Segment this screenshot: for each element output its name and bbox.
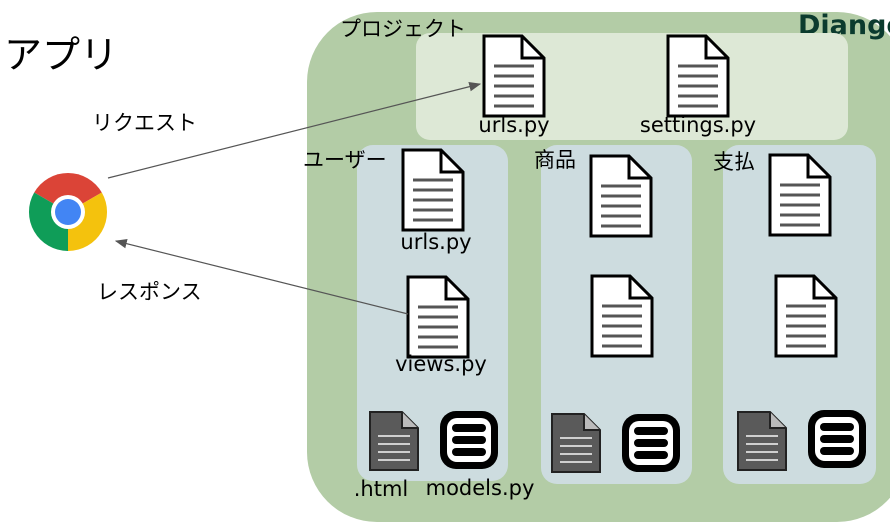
app-file-label: urls.py: [400, 230, 471, 254]
html-template-icon: [551, 413, 601, 473]
project-file-label: settings.py: [640, 113, 756, 137]
document-icon: [590, 274, 654, 358]
project-settings-file-icon: [666, 34, 730, 118]
document-icon: [768, 153, 832, 237]
app-views-file-icon: [406, 275, 470, 359]
project-urls-file-icon: [482, 34, 546, 118]
html-template-icon: [369, 411, 419, 471]
document-icon: [774, 274, 838, 358]
template-label: .html: [354, 477, 409, 501]
app-urls-file-icon: [401, 148, 465, 232]
database-icon: [440, 411, 498, 469]
document-icon: [589, 154, 653, 238]
database-icon: [808, 410, 866, 468]
app-label: アプリ: [4, 33, 118, 77]
project-title: プロジェクト: [340, 17, 466, 41]
chrome-browser-icon: [28, 172, 108, 251]
request-label: リクエスト: [92, 111, 197, 135]
django-architecture-diagram: Django プロジェクト urls.py settings.py ユーザー u…: [4, 10, 890, 522]
project-file-label: urls.py: [478, 113, 549, 137]
models-label: models.py: [426, 476, 535, 500]
app-title: 商品: [534, 148, 576, 172]
database-icon: [622, 414, 680, 472]
app-file-label: views.py: [395, 352, 487, 376]
html-template-icon: [737, 411, 787, 471]
response-label: レスポンス: [97, 280, 202, 304]
app-title: ユーザー: [303, 148, 387, 172]
app-title: 支払: [713, 150, 755, 174]
